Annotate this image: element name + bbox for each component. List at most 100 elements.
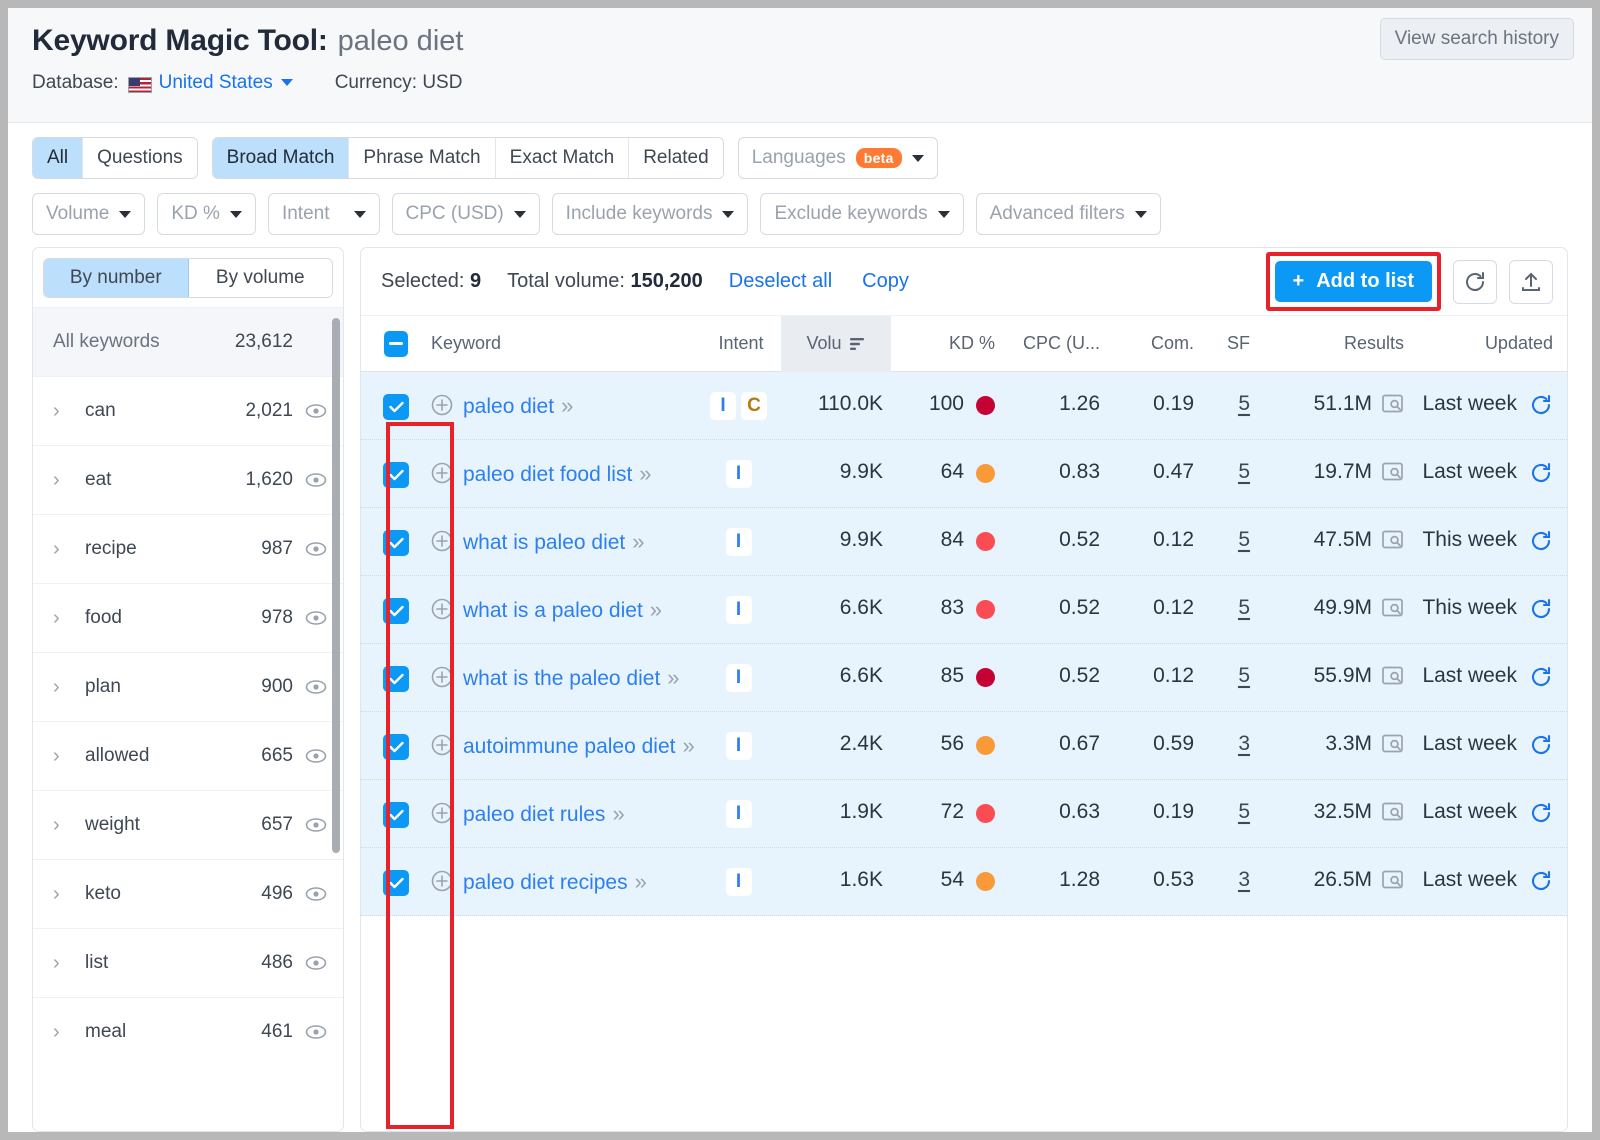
eye-toggle[interactable] [305, 1021, 327, 1043]
table-row[interactable]: paleo diet » I C 110.0K 100 1.26 0.19 5 51.1M Last… [361, 372, 1567, 440]
intent-filter[interactable]: Intent [267, 193, 380, 235]
row-refresh-icon[interactable] [1529, 665, 1553, 695]
sidebar-scrollbar[interactable] [332, 318, 340, 853]
table-row[interactable]: paleo diet recipes » I 1.6K 54 1.28 0.53 3 26.5M… [361, 848, 1567, 916]
view-serp-icon[interactable] [1382, 394, 1404, 420]
eye-toggle[interactable] [305, 400, 327, 422]
eye-toggle[interactable] [305, 883, 327, 905]
tab-broad-match[interactable]: Broad Match [212, 138, 350, 178]
chevron-right-icon[interactable]: › [53, 746, 71, 766]
keyword-link[interactable]: what is the paleo diet » [463, 664, 680, 693]
row-select-cell[interactable] [361, 460, 431, 488]
select-all-checkbox[interactable] [384, 330, 408, 357]
refresh-button[interactable] [1453, 259, 1497, 304]
chevron-right-icon[interactable]: › [53, 677, 71, 697]
chevron-double-right-icon[interactable]: » [632, 529, 644, 554]
sf-value[interactable]: 5 [1238, 664, 1250, 688]
row-select-cell[interactable] [361, 868, 431, 896]
sidebar-item-keto[interactable]: › keto 496 [33, 859, 343, 928]
sidebar-item-food[interactable]: › food 978 [33, 583, 343, 652]
keyword-cell[interactable]: paleo diet rules » [431, 800, 701, 830]
column-header-cpc[interactable]: CPC (U... [1001, 333, 1106, 354]
intent-cell[interactable]: IC [701, 392, 781, 420]
intent-cell[interactable]: I [701, 800, 781, 828]
toggle-by-number[interactable]: By number [44, 259, 189, 297]
chevron-double-right-icon[interactable]: » [682, 733, 694, 758]
table-row[interactable]: paleo diet rules » I 1.9K 72 0.63 0.19 5 32.5M La… [361, 780, 1567, 848]
intent-cell[interactable]: I [701, 528, 781, 556]
keyword-cell[interactable]: what is a paleo diet » [431, 596, 701, 626]
sf-value[interactable]: 5 [1238, 528, 1250, 552]
sidebar-item-allowed[interactable]: › allowed 665 [33, 721, 343, 790]
keyword-link[interactable]: paleo diet food list » [463, 460, 652, 489]
sf-value[interactable]: 5 [1238, 392, 1250, 416]
sidebar-item-plan[interactable]: › plan 900 [33, 652, 343, 721]
keyword-link[interactable]: autoimmune paleo diet » [463, 732, 695, 761]
deselect-all-button[interactable]: Deselect all [729, 270, 832, 293]
keyword-cell[interactable]: what is the paleo diet » [431, 664, 701, 694]
table-row[interactable]: what is a paleo diet » I 6.6K 83 0.52 0.12 5 49.… [361, 576, 1567, 644]
select-all-cell[interactable] [361, 330, 431, 357]
row-select-cell[interactable] [361, 596, 431, 624]
toggle-by-volume[interactable]: By volume [188, 259, 332, 297]
chevron-right-icon[interactable]: › [53, 884, 71, 904]
eye-toggle[interactable] [305, 538, 327, 560]
keyword-link[interactable]: paleo diet » [463, 392, 573, 421]
add-to-list-button[interactable]: + Add to list [1274, 261, 1432, 302]
sidebar-item-list[interactable]: › list 486 [33, 928, 343, 997]
chevron-right-icon[interactable]: › [53, 470, 71, 490]
table-row[interactable]: paleo diet food list » I 9.9K 64 0.83 0.47 5 19.… [361, 440, 1567, 508]
tab-all[interactable]: All [33, 138, 84, 178]
sidebar-item-eat[interactable]: › eat 1,620 [33, 445, 343, 514]
row-checkbox[interactable] [383, 666, 409, 692]
row-checkbox[interactable] [383, 870, 409, 896]
keyword-link[interactable]: paleo diet rules » [463, 800, 625, 829]
keyword-cell[interactable]: what is paleo diet » [431, 528, 701, 558]
row-checkbox[interactable] [383, 598, 409, 624]
row-select-cell[interactable] [361, 664, 431, 692]
tab-related[interactable]: Related [629, 138, 723, 178]
row-checkbox[interactable] [383, 394, 409, 420]
export-button[interactable] [1509, 259, 1553, 304]
sidebar-item-meal[interactable]: › meal 461 [33, 997, 343, 1066]
sidebar-item-all-keywords[interactable]: All keywords 23,612 [33, 307, 343, 376]
cpc-filter[interactable]: CPC (USD) [391, 193, 540, 235]
row-refresh-icon[interactable] [1529, 801, 1553, 831]
intent-cell[interactable]: I [701, 460, 781, 488]
column-header-updated[interactable]: Updated [1410, 333, 1567, 354]
chevron-double-right-icon[interactable]: » [639, 461, 651, 486]
add-keyword-icon[interactable] [431, 394, 453, 422]
column-header-volume[interactable]: Volu [781, 315, 891, 372]
row-refresh-icon[interactable] [1529, 733, 1553, 763]
advanced-filters[interactable]: Advanced filters [975, 193, 1161, 235]
view-serp-icon[interactable] [1382, 734, 1404, 760]
row-select-cell[interactable] [361, 392, 431, 420]
view-serp-icon[interactable] [1382, 530, 1404, 556]
chevron-double-right-icon[interactable]: » [561, 393, 573, 418]
eye-toggle[interactable] [305, 952, 327, 974]
chevron-down-icon[interactable] [280, 78, 293, 86]
sf-cell[interactable]: 5 [1198, 664, 1250, 688]
sf-cell[interactable]: 5 [1198, 392, 1250, 416]
chevron-right-icon[interactable]: › [53, 953, 71, 973]
add-keyword-icon[interactable] [431, 530, 453, 558]
table-row[interactable]: autoimmune paleo diet » I 2.4K 56 0.67 0.59 3 3.… [361, 712, 1567, 780]
sidebar-item-recipe[interactable]: › recipe 987 [33, 514, 343, 583]
tab-exact-match[interactable]: Exact Match [495, 138, 630, 178]
chevron-double-right-icon[interactable]: » [667, 665, 679, 690]
languages-dropdown[interactable]: Languages beta [737, 137, 938, 179]
keyword-cell[interactable]: paleo diet » [431, 392, 701, 422]
row-checkbox[interactable] [383, 462, 409, 488]
intent-cell[interactable]: I [701, 732, 781, 760]
intent-cell[interactable]: I [701, 596, 781, 624]
intent-cell[interactable]: I [701, 664, 781, 692]
row-refresh-icon[interactable] [1529, 869, 1553, 899]
keyword-link[interactable]: paleo diet recipes » [463, 868, 647, 897]
eye-toggle[interactable] [305, 469, 327, 491]
sf-cell[interactable]: 5 [1198, 528, 1250, 552]
tab-phrase-match[interactable]: Phrase Match [349, 138, 496, 178]
sidebar-item-weight[interactable]: › weight 657 [33, 790, 343, 859]
add-keyword-icon[interactable] [431, 734, 453, 762]
row-refresh-icon[interactable] [1529, 393, 1553, 423]
row-refresh-icon[interactable] [1529, 597, 1553, 627]
